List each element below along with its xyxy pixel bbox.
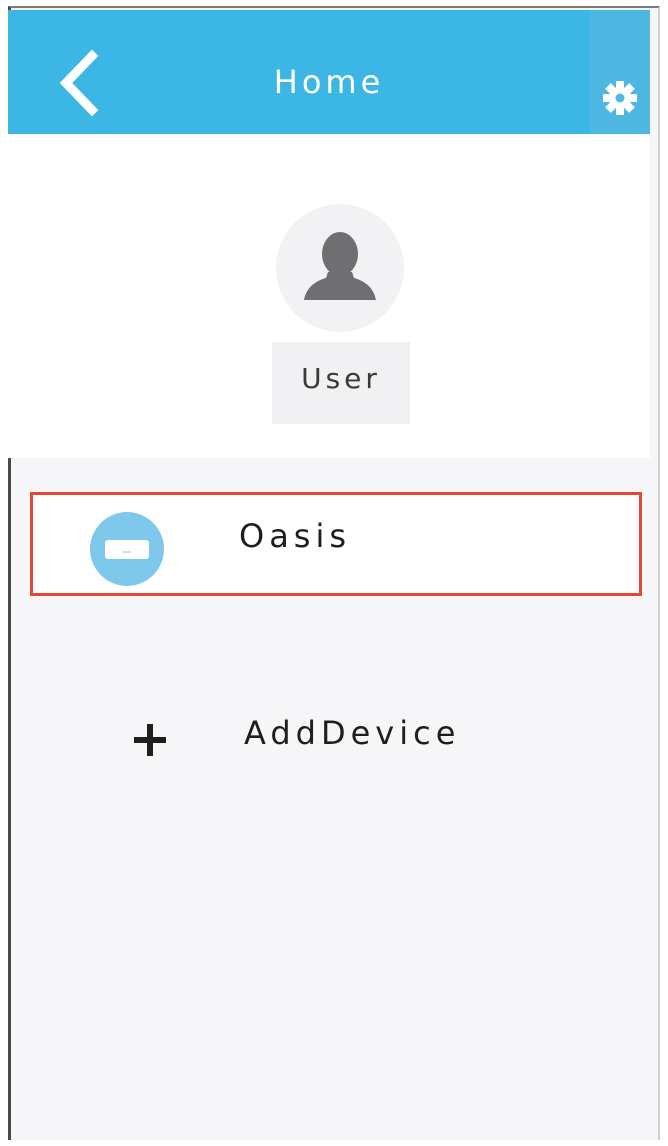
plus-icon — [134, 724, 166, 756]
settings-button[interactable] — [590, 10, 650, 134]
avatar[interactable] — [276, 204, 404, 332]
gear-icon — [603, 81, 637, 115]
air-conditioner-icon — [90, 512, 164, 586]
device-name: Oasis — [239, 517, 352, 555]
add-device-button[interactable]: AddDevice — [120, 700, 520, 780]
user-label: User — [301, 362, 381, 395]
header-bar: Home — [8, 10, 650, 134]
profile-section: User — [8, 134, 650, 458]
app-screen: Home User Oasis AddDevice — [0, 0, 668, 1146]
device-item-oasis[interactable]: Oasis — [30, 492, 642, 596]
user-name-box[interactable]: User — [272, 342, 410, 424]
add-device-label: AddDevice — [244, 714, 461, 752]
page-title: Home — [273, 63, 385, 101]
user-silhouette-icon — [304, 232, 376, 300]
